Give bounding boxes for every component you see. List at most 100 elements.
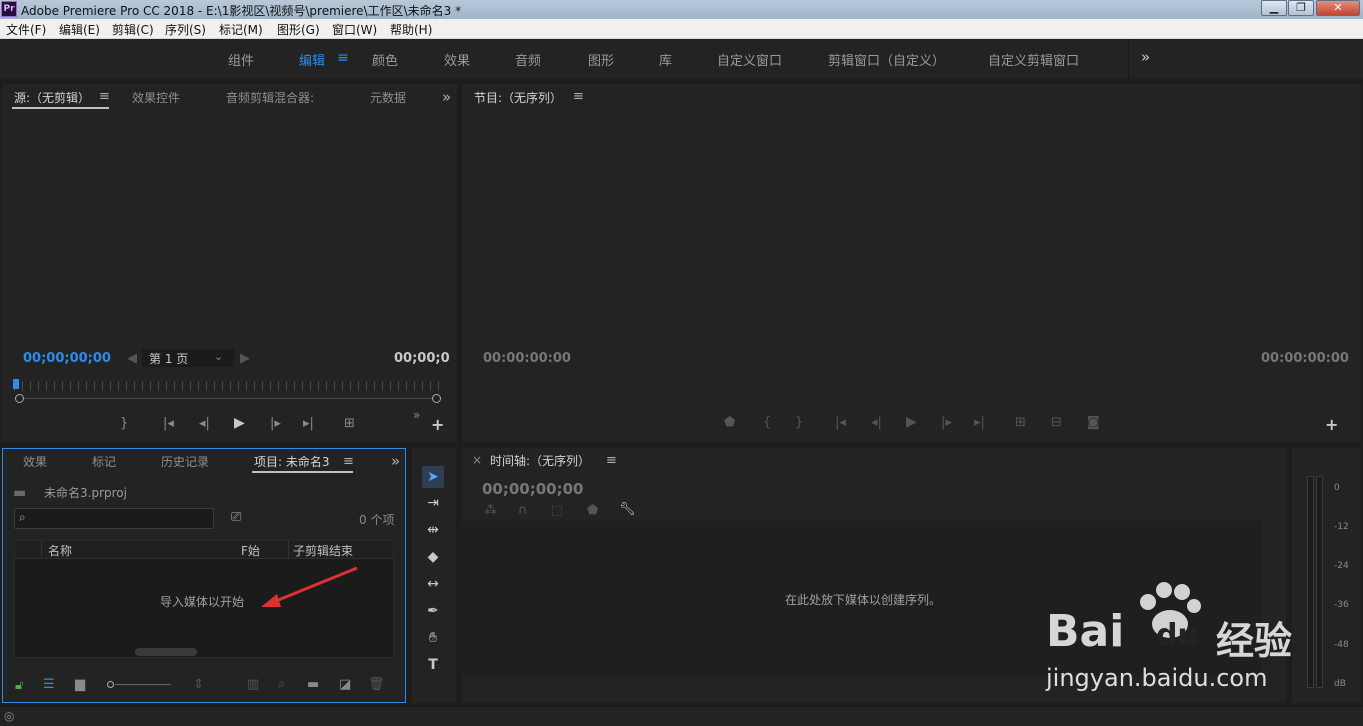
ripple-edit-tool-icon[interactable]: ⇹ [422, 519, 444, 541]
workspace-overflow-icon[interactable]: » [1141, 48, 1150, 66]
workspace-menu-icon[interactable]: ≡ [337, 50, 349, 66]
source-timecode-in[interactable]: 00;00;00;00 [23, 351, 111, 366]
tab-program[interactable]: 节目:（无序列） [474, 89, 562, 106]
icon-view-icon[interactable]: ▆ [75, 677, 85, 692]
mark-out-icon[interactable]: } [795, 415, 803, 430]
go-to-in-icon[interactable]: |◂ [835, 415, 846, 430]
tab-effect-controls[interactable]: 效果控件 [132, 89, 180, 106]
linked-selection-icon[interactable]: ⬚ [551, 503, 563, 518]
source-playhead[interactable] [13, 379, 19, 389]
menu-sequence[interactable]: 序列(S) [165, 21, 206, 38]
workspace-custom-window[interactable]: 自定义窗口 [717, 50, 782, 69]
program-panel-menu-icon[interactable]: ≡ [573, 89, 584, 104]
find-icon[interactable]: ⎚ [231, 510, 241, 525]
export-frame-camera-icon[interactable]: ◙ [1087, 415, 1100, 430]
tab-timeline[interactable]: 时间轴:（无序列） [490, 452, 590, 469]
page-select[interactable]: 第 1 页 ⌄ [142, 349, 234, 367]
menu-marker[interactable]: 标记(M) [219, 21, 263, 38]
go-to-in-icon[interactable]: |◂ [163, 416, 174, 431]
menu-file[interactable]: 文件(F) [6, 21, 46, 38]
menu-clip[interactable]: 剪辑(C) [112, 21, 154, 38]
new-item-icon[interactable]: ◪ [339, 677, 351, 692]
add-marker-icon[interactable]: ⬟ [587, 503, 598, 518]
type-tool-icon[interactable]: T [422, 654, 444, 676]
new-bin-folder-icon[interactable]: ▬ [307, 677, 319, 692]
timeline-timecode[interactable]: 00;00;00;00 [482, 480, 584, 498]
track-select-tool-icon[interactable]: ⇥ [422, 492, 444, 514]
play-icon[interactable]: ▶ [234, 415, 245, 431]
workspace-audio[interactable]: 音频 [515, 50, 541, 69]
program-add-button-icon[interactable]: + [1325, 415, 1338, 434]
workspace-effects[interactable]: 效果 [444, 50, 470, 69]
project-item-list[interactable]: 名称 F始 子剪辑结束 导入媒体以开始 [14, 540, 394, 658]
workspace-assembly[interactable]: 组件 [228, 50, 254, 69]
project-tabs-overflow-icon[interactable]: » [391, 452, 400, 470]
slip-tool-icon[interactable]: ↔ [422, 573, 444, 595]
source-controls-overflow-icon[interactable]: » [413, 408, 420, 422]
tab-metadata[interactable]: 元数据 [370, 89, 406, 106]
horizontal-scrollbar[interactable] [135, 648, 197, 656]
pen-tool-icon[interactable]: ✒ [422, 600, 444, 622]
wrench-settings-icon[interactable]: 🔧︎ [619, 502, 636, 517]
step-back-icon[interactable]: ◂| [871, 415, 882, 430]
workspace-color[interactable]: 颜色 [372, 50, 398, 69]
play-icon[interactable]: ▶ [906, 414, 917, 430]
tab-history[interactable]: 历史记录 [161, 453, 209, 470]
menu-window[interactable]: 窗口(W) [332, 21, 377, 38]
timeline-panel-menu-icon[interactable]: ≡ [606, 453, 617, 468]
add-marker-icon[interactable]: ⬟ [724, 415, 735, 430]
zoom-slider-handle[interactable] [107, 681, 114, 688]
maximize-button[interactable]: ❐ [1288, 0, 1314, 16]
sort-icon[interactable]: ⇕ [193, 677, 204, 692]
source-add-button-icon[interactable]: + [431, 415, 444, 434]
workspace-clip-window-custom[interactable]: 剪辑窗口（自定义） [828, 50, 945, 69]
list-view-icon[interactable]: ☰ [43, 677, 55, 692]
hand-tool-icon[interactable]: ✋︎ [422, 627, 444, 649]
find-icon[interactable]: ⌕ [278, 677, 285, 692]
trash-icon[interactable]: 🗑︎ [368, 677, 385, 692]
zoom-slider-track[interactable] [115, 684, 171, 685]
step-forward-icon[interactable]: |▸ [270, 416, 281, 431]
snap-magnet-icon[interactable]: ∩ [518, 503, 528, 518]
tab-markers[interactable]: 标记 [92, 453, 116, 470]
workspace-graphics[interactable]: 图形 [588, 50, 614, 69]
menu-graphics[interactable]: 图形(G) [277, 21, 320, 38]
column-subclip-end[interactable]: 子剪辑结束 [293, 542, 353, 559]
minimize-button[interactable]: ▁ [1261, 0, 1287, 16]
column-name[interactable]: 名称 [48, 542, 72, 559]
menu-help[interactable]: 帮助(H) [390, 21, 432, 38]
prev-page-icon[interactable]: ◀ [127, 351, 137, 366]
workspace-custom-clip-window[interactable]: 自定义剪辑窗口 [988, 50, 1079, 69]
workspace-editing[interactable]: 编辑 [299, 50, 325, 69]
selection-tool-icon[interactable]: ➤ [422, 466, 444, 488]
source-zoom-handle-left[interactable] [15, 394, 24, 403]
close-timeline-icon[interactable]: × [472, 453, 482, 467]
source-tabs-overflow-icon[interactable]: » [442, 88, 451, 106]
insert-overwrite-icon[interactable]: ⁂ [484, 503, 497, 518]
go-to-out-icon[interactable]: ▸| [974, 415, 985, 430]
tab-source[interactable]: 源:（无剪辑） [14, 89, 90, 106]
program-timecode-in[interactable]: 00:00:00:00 [483, 351, 571, 366]
lift-icon[interactable]: ⊞ [1015, 415, 1026, 430]
source-time-ruler[interactable] [14, 381, 442, 391]
tab-project[interactable]: 项目: 未命名3 [254, 453, 330, 470]
mark-in-icon[interactable]: { [763, 415, 771, 430]
source-zoom-track[interactable] [16, 398, 438, 399]
tab-audio-clip-mixer[interactable]: 音频剪辑混合器: [226, 89, 314, 106]
lock-icon[interactable]: 🔓︎ [15, 678, 23, 693]
extract-icon[interactable]: ⊟ [1051, 415, 1062, 430]
mark-out-icon[interactable]: } [120, 416, 128, 431]
tab-effects[interactable]: 效果 [23, 453, 47, 470]
creative-cloud-icon[interactable]: ◎ [4, 709, 14, 723]
source-panel-menu-icon[interactable]: ≡ [99, 89, 110, 104]
next-page-icon[interactable]: ▶ [240, 351, 250, 366]
insert-icon[interactable]: ⊞ [344, 416, 355, 431]
menu-edit[interactable]: 编辑(E) [59, 21, 100, 38]
step-forward-icon[interactable]: |▸ [941, 415, 952, 430]
column-start[interactable]: F始 [241, 542, 260, 559]
close-button[interactable]: ✕ [1316, 0, 1360, 16]
workspace-libraries[interactable]: 库 [659, 50, 672, 69]
step-back-icon[interactable]: ◂| [199, 416, 210, 431]
source-zoom-handle-right[interactable] [432, 394, 441, 403]
razor-tool-icon[interactable]: ◆ [422, 546, 444, 568]
